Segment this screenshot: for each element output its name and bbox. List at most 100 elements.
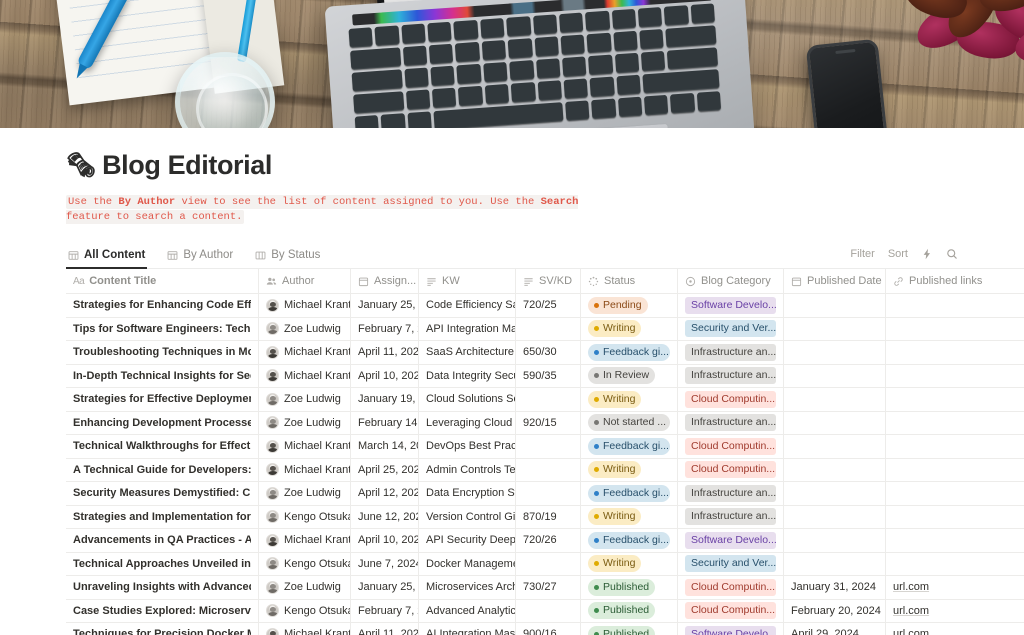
cell-kw[interactable]: Docker Managemen xyxy=(419,553,516,576)
cell-published-link[interactable] xyxy=(886,553,988,576)
cell-kw[interactable]: DevOps Best Practi xyxy=(419,435,516,458)
cell-kw[interactable]: Microservices Arch xyxy=(419,576,516,599)
cell-published-link[interactable] xyxy=(886,506,988,529)
cell-assigned-date[interactable]: January 25, 2 xyxy=(351,576,419,599)
cell-svkd[interactable] xyxy=(516,435,581,458)
cell-blog-category[interactable]: Cloud Computin... xyxy=(678,459,784,482)
table-row[interactable]: Case Studies Explored: Microservices AKe… xyxy=(66,600,1024,624)
cell-kw[interactable]: Code Efficiency Sa xyxy=(419,294,516,317)
cell-author[interactable]: Zoe Ludwig xyxy=(259,318,351,341)
cell-blog-category[interactable]: Software Develo... xyxy=(678,294,784,317)
cell-content-title[interactable]: Troubleshooting Techniques in Monitori xyxy=(66,341,259,364)
cell-published-link[interactable] xyxy=(886,412,988,435)
cell-blog-category[interactable]: Infrastructure an... xyxy=(678,365,784,388)
tab-by-author[interactable]: By Author xyxy=(165,245,235,268)
cell-assigned-date[interactable]: February 14, 2 xyxy=(351,412,419,435)
cell-published-date[interactable]: April 29, 2024 xyxy=(784,623,886,635)
cell-blog-category[interactable]: Security and Ver... xyxy=(678,318,784,341)
lightning-icon[interactable] xyxy=(921,248,933,260)
tab-all-content[interactable]: All Content xyxy=(66,245,147,268)
cell-content-title[interactable]: Techniques for Precision Docker Manag xyxy=(66,623,259,635)
table-row[interactable]: Unraveling Insights with Advanced AnalZo… xyxy=(66,576,1024,600)
table-row[interactable]: Strategies for Enhancing Code EfficiencM… xyxy=(66,294,1024,318)
cell-author[interactable]: Michael Krantz xyxy=(259,459,351,482)
cell-author[interactable]: Zoe Ludwig xyxy=(259,576,351,599)
cell-content-title[interactable]: Technical Walkthroughs for Effective Sc xyxy=(66,435,259,458)
cell-published-link[interactable] xyxy=(886,529,988,552)
cell-content-title[interactable]: Strategies and Implementation for Zero xyxy=(66,506,259,529)
cell-published-date[interactable] xyxy=(784,435,886,458)
column-header-assigned[interactable]: Assign... xyxy=(351,269,419,293)
cell-svkd[interactable]: 920/15 xyxy=(516,412,581,435)
cell-status[interactable]: Feedback gi... xyxy=(581,435,678,458)
cell-kw[interactable]: Version Control Git xyxy=(419,506,516,529)
cell-published-date[interactable] xyxy=(784,341,886,364)
cell-assigned-date[interactable]: April 25, 2024 xyxy=(351,459,419,482)
cell-status[interactable]: In Review xyxy=(581,365,678,388)
cell-svkd[interactable] xyxy=(516,318,581,341)
table-row[interactable]: Strategies for Effective Deployment: Con… xyxy=(66,388,1024,412)
cell-content-title[interactable]: Security Measures Demystified: Cryptog xyxy=(66,482,259,505)
cell-author[interactable]: Michael Krantz xyxy=(259,294,351,317)
cell-status[interactable]: Writing xyxy=(581,553,678,576)
cell-kw[interactable]: API Integration Mas xyxy=(419,318,516,341)
table-row[interactable]: Security Measures Demystified: CryptogZo… xyxy=(66,482,1024,506)
cell-blog-category[interactable]: Software Develo... xyxy=(678,529,784,552)
cell-status[interactable]: Writing xyxy=(581,459,678,482)
cell-svkd[interactable]: 870/19 xyxy=(516,506,581,529)
cell-kw[interactable]: Data Encryption Str xyxy=(419,482,516,505)
cell-blog-category[interactable]: Cloud Computin... xyxy=(678,388,784,411)
column-header-svkd[interactable]: SV/KD xyxy=(516,269,581,293)
cell-assigned-date[interactable]: April 10, 2024 xyxy=(351,529,419,552)
cell-kw[interactable]: AI Integration Maste xyxy=(419,623,516,635)
column-header-blog-category[interactable]: Blog Category xyxy=(678,269,784,293)
column-header-kw[interactable]: KW xyxy=(419,269,516,293)
cell-published-link[interactable] xyxy=(886,435,988,458)
cell-blog-category[interactable]: Cloud Computin... xyxy=(678,600,784,623)
cell-blog-category[interactable]: Infrastructure an... xyxy=(678,341,784,364)
cell-published-link[interactable] xyxy=(886,294,988,317)
sort-button[interactable]: Sort xyxy=(888,248,908,260)
table-row[interactable]: Tips for Software Engineers: Technical W… xyxy=(66,318,1024,342)
cell-assigned-date[interactable]: June 7, 2024 xyxy=(351,553,419,576)
cell-kw[interactable]: Advanced Analytics xyxy=(419,600,516,623)
tab-by-status[interactable]: By Status xyxy=(253,245,322,268)
table-row[interactable]: Strategies and Implementation for ZeroKe… xyxy=(66,506,1024,530)
cell-svkd[interactable] xyxy=(516,553,581,576)
table-row[interactable]: Advancements in QA Practices - AutomMich… xyxy=(66,529,1024,553)
cell-author[interactable]: Kengo Otsuka xyxy=(259,553,351,576)
cell-content-title[interactable]: Strategies for Effective Deployment: Con xyxy=(66,388,259,411)
cell-svkd[interactable] xyxy=(516,459,581,482)
table-row[interactable]: Technical Walkthroughs for Effective ScM… xyxy=(66,435,1024,459)
table-row[interactable]: In-Depth Technical Insights for Securing… xyxy=(66,365,1024,389)
cell-status[interactable]: Feedback gi... xyxy=(581,482,678,505)
cell-published-link[interactable] xyxy=(886,318,988,341)
cell-author[interactable]: Michael Krantz xyxy=(259,365,351,388)
cell-svkd[interactable] xyxy=(516,482,581,505)
cell-published-link[interactable]: url.com xyxy=(886,600,988,623)
cell-content-title[interactable]: Case Studies Explored: Microservices A xyxy=(66,600,259,623)
cell-assigned-date[interactable]: January 19, 2 xyxy=(351,388,419,411)
cell-assigned-date[interactable]: June 12, 202 xyxy=(351,506,419,529)
cell-svkd[interactable]: 650/30 xyxy=(516,341,581,364)
cell-author[interactable]: Michael Krantz xyxy=(259,623,351,635)
cell-published-link[interactable] xyxy=(886,459,988,482)
column-header-status[interactable]: Status xyxy=(581,269,678,293)
cell-author[interactable]: Michael Krantz xyxy=(259,435,351,458)
cell-published-date[interactable] xyxy=(784,388,886,411)
cell-status[interactable]: Not started ... xyxy=(581,412,678,435)
cell-blog-category[interactable]: Infrastructure an... xyxy=(678,506,784,529)
cell-kw[interactable]: Cloud Solutions Sca xyxy=(419,388,516,411)
cell-kw[interactable]: API Security Deep D xyxy=(419,529,516,552)
cell-assigned-date[interactable]: April 11, 2024 xyxy=(351,341,419,364)
cell-svkd[interactable]: 730/27 xyxy=(516,576,581,599)
cell-svkd[interactable]: 720/25 xyxy=(516,294,581,317)
cell-published-date[interactable] xyxy=(784,529,886,552)
cell-published-date[interactable] xyxy=(784,553,886,576)
cell-content-title[interactable]: Unraveling Insights with Advanced Anal xyxy=(66,576,259,599)
cell-status[interactable]: Writing xyxy=(581,318,678,341)
cell-published-link[interactable]: url.com xyxy=(886,623,988,635)
cell-svkd[interactable]: 720/26 xyxy=(516,529,581,552)
cell-content-title[interactable]: Enhancing Development Processes - Cl xyxy=(66,412,259,435)
cell-status[interactable]: Feedback gi... xyxy=(581,341,678,364)
